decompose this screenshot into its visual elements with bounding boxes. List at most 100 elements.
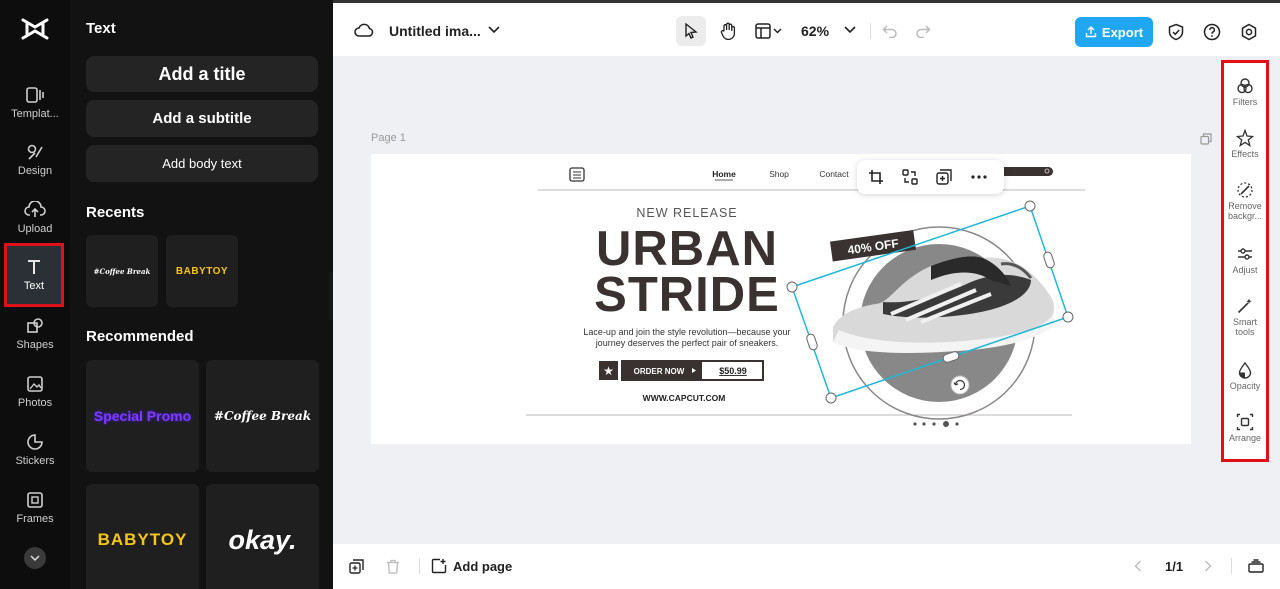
recent-text-preset[interactable]: BABYTOY bbox=[166, 235, 238, 307]
rail-item-label: Photos bbox=[17, 397, 53, 409]
page-manager-button[interactable] bbox=[1247, 558, 1265, 574]
divider bbox=[870, 23, 871, 39]
left-rail: Templat... Design Upload Text Shapes Pho… bbox=[0, 0, 70, 589]
help-button[interactable] bbox=[1202, 22, 1222, 42]
remove-background-button[interactable]: Remove backgr... bbox=[1224, 181, 1266, 233]
duplicate-page-button[interactable] bbox=[348, 558, 364, 574]
design-pagination-dots bbox=[913, 421, 959, 427]
recommended-text-preset[interactable]: #Coffee Break bbox=[206, 360, 319, 472]
rail-item-stickers[interactable]: Stickers bbox=[0, 427, 70, 483]
adjust-icon bbox=[1238, 248, 1252, 260]
filters-button[interactable]: Filters bbox=[1224, 77, 1266, 129]
top-bar: Untitled ima... 62% Export bbox=[333, 0, 1280, 56]
crop-button[interactable] bbox=[867, 168, 885, 186]
duplicate-button[interactable] bbox=[935, 168, 953, 186]
stickers-icon bbox=[27, 434, 43, 450]
rotate-handle[interactable] bbox=[950, 375, 970, 395]
divider bbox=[419, 558, 420, 574]
design-body-line-2: journey deserves the perfect pair of sne… bbox=[595, 338, 779, 348]
templates-icon bbox=[26, 87, 44, 103]
design-nav-home: Home bbox=[712, 169, 736, 179]
replace-icon bbox=[902, 169, 918, 185]
opacity-button[interactable]: Opacity bbox=[1224, 361, 1266, 413]
add-page-icon bbox=[431, 558, 447, 574]
chevron-down-icon[interactable] bbox=[487, 23, 501, 37]
shield-button[interactable] bbox=[1166, 22, 1186, 42]
arrange-button[interactable]: Arrange bbox=[1224, 413, 1266, 465]
delete-page-button[interactable] bbox=[385, 558, 401, 574]
previous-page-button[interactable] bbox=[1132, 559, 1144, 573]
export-button[interactable]: Export bbox=[1075, 17, 1153, 47]
adjust-button[interactable]: Adjust bbox=[1224, 245, 1266, 297]
help-icon bbox=[1203, 23, 1221, 41]
design-headline-stride: STRIDE bbox=[594, 268, 780, 322]
rail-item-frames[interactable]: Frames bbox=[0, 485, 70, 541]
redo-button[interactable] bbox=[913, 21, 933, 41]
rail-item-shapes[interactable]: Shapes bbox=[0, 311, 70, 367]
add-title-button[interactable]: Add a title bbox=[86, 56, 318, 92]
chevron-right-icon bbox=[1205, 560, 1212, 572]
rail-item-templates[interactable]: Templat... bbox=[0, 80, 70, 136]
resize-handle[interactable] bbox=[1062, 311, 1074, 323]
add-subtitle-button[interactable]: Add a subtitle bbox=[86, 100, 318, 137]
resize-handle[interactable] bbox=[786, 281, 798, 293]
rail-item-label: Templat... bbox=[11, 108, 59, 120]
chevron-left-icon bbox=[1134, 560, 1141, 572]
export-label: Export bbox=[1101, 24, 1144, 40]
canvas-area[interactable]: Page 1 Home Shop Contact NEW RELEASE URB… bbox=[333, 56, 1280, 544]
preset-label: #Coffee Break bbox=[213, 409, 312, 423]
bottom-bar: Add page 1/1 bbox=[333, 544, 1280, 589]
next-page-button[interactable] bbox=[1202, 559, 1214, 573]
chevron-down-icon bbox=[30, 555, 40, 562]
rail-item-label: Stickers bbox=[15, 455, 55, 467]
rt-label: Arrange bbox=[1228, 433, 1262, 443]
resize-handle[interactable] bbox=[825, 392, 837, 404]
resize-handle[interactable] bbox=[1043, 251, 1056, 269]
document-title[interactable]: Untitled ima... bbox=[389, 23, 481, 39]
resize-handle[interactable] bbox=[1024, 200, 1036, 212]
upload-icon bbox=[24, 201, 46, 217]
layout-menu-button[interactable] bbox=[749, 16, 789, 46]
replace-button[interactable] bbox=[901, 168, 919, 186]
arrange-icon bbox=[1236, 413, 1254, 431]
rail-item-label: Shapes bbox=[16, 339, 54, 351]
zoom-dropdown[interactable] bbox=[843, 23, 857, 37]
undo-button[interactable] bbox=[880, 21, 900, 41]
star-icon: ★ bbox=[603, 364, 614, 378]
design-artwork: Home Shop Contact NEW RELEASE URBAN STRI… bbox=[526, 167, 1085, 427]
design-page[interactable]: Home Shop Contact NEW RELEASE URBAN STRI… bbox=[371, 154, 1191, 444]
duplicate-page-icon[interactable] bbox=[1199, 132, 1213, 146]
design-nav-contact: Contact bbox=[819, 169, 849, 179]
add-body-text-button[interactable]: Add body text bbox=[86, 145, 318, 182]
duplicate-icon bbox=[348, 558, 364, 574]
add-page-button[interactable]: Add page bbox=[431, 557, 512, 575]
design-nav-shop: Shop bbox=[769, 169, 789, 179]
right-toolbar: Filters Effects Remove backgr... Adjust … bbox=[1221, 60, 1269, 462]
photos-icon bbox=[27, 376, 43, 392]
select-tool-button[interactable] bbox=[676, 16, 706, 46]
rail-item-label: Design bbox=[17, 165, 53, 177]
undo-icon bbox=[882, 25, 897, 38]
recent-text-preset[interactable]: #Coffee Break bbox=[86, 235, 158, 307]
more-options-button[interactable] bbox=[969, 168, 989, 186]
rt-label: Smart tools bbox=[1232, 317, 1257, 337]
hand-tool-button[interactable] bbox=[713, 16, 743, 46]
rail-item-design[interactable]: Design bbox=[0, 137, 70, 193]
rail-item-label: Frames bbox=[16, 513, 54, 525]
zoom-level[interactable]: 62% bbox=[801, 22, 829, 40]
effects-button[interactable]: Effects bbox=[1224, 129, 1266, 181]
settings-button[interactable] bbox=[1239, 22, 1259, 42]
rt-label: Opacity bbox=[1229, 381, 1261, 391]
smart-tools-button[interactable]: Smart tools bbox=[1224, 297, 1266, 349]
recommended-text-preset[interactable]: Special Promo bbox=[86, 360, 199, 472]
upload-icon bbox=[1085, 26, 1097, 38]
resize-handle[interactable] bbox=[806, 333, 819, 351]
rail-item-text[interactable]: Text bbox=[4, 243, 64, 307]
rail-expand-button[interactable] bbox=[24, 547, 46, 569]
recommended-text-preset[interactable]: okay. bbox=[206, 484, 319, 589]
cloud-save-icon[interactable] bbox=[353, 21, 375, 41]
rail-item-photos[interactable]: Photos bbox=[0, 369, 70, 425]
recommended-text-preset[interactable]: BABYTOY bbox=[86, 484, 199, 589]
redo-icon bbox=[916, 25, 931, 38]
cursor-icon bbox=[685, 23, 698, 39]
